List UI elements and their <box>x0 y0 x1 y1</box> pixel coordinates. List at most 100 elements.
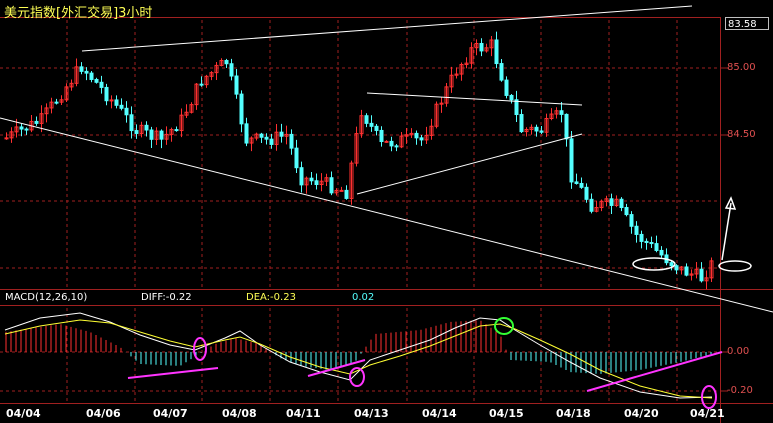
divergence-line <box>127 367 219 379</box>
candle-body <box>294 147 299 169</box>
current-price-box: 83.58 <box>725 17 769 30</box>
candle-body <box>499 63 504 81</box>
candle-body <box>259 133 264 138</box>
date-label: 04/07 <box>153 407 188 420</box>
date-label: 04/15 <box>489 407 524 420</box>
price-tick-85: 85.00 <box>727 62 756 73</box>
candle-body <box>264 136 269 140</box>
macd-tick-neg: -0.20 <box>727 385 753 396</box>
candle-body <box>79 66 84 72</box>
price-tick-8450: 84.50 <box>727 129 756 140</box>
candle-body <box>629 214 634 227</box>
candle-body <box>24 128 29 131</box>
candle-body <box>134 130 139 134</box>
candle-body <box>94 78 99 83</box>
candle-body <box>109 99 114 102</box>
candle-body <box>329 177 334 194</box>
candle-body <box>509 94 514 101</box>
candle-body <box>84 70 89 74</box>
macd-dea: DEA:-0.23 <box>246 292 296 303</box>
candle-body <box>339 189 344 192</box>
candle-body <box>369 122 374 127</box>
candle-body <box>149 129 154 140</box>
macd-name: MACD(12,26,10) <box>5 292 88 303</box>
candle-body <box>479 42 484 52</box>
date-label: 04/11 <box>286 407 321 420</box>
candle-body <box>574 181 579 184</box>
candle-body <box>114 99 119 106</box>
candle-body <box>619 198 624 209</box>
candle-body <box>289 133 294 149</box>
candle-body <box>654 243 659 251</box>
candle-body <box>684 266 689 276</box>
macd-tick-zero: 0.00 <box>727 346 750 357</box>
candle-body <box>419 137 424 141</box>
candle-body <box>99 81 104 88</box>
date-label: 04/18 <box>556 407 591 420</box>
date-label: 04/13 <box>354 407 389 420</box>
candle-body <box>244 123 249 144</box>
date-label: 04/04 <box>6 407 41 420</box>
candle-body <box>559 110 564 115</box>
date-label: 04/14 <box>422 407 457 420</box>
candle-body <box>239 93 244 125</box>
chart-window: 美元指数[外汇交易]3小时 83.58 85.00 84.50 0.00 -0.… <box>0 0 773 423</box>
candle-body <box>199 83 204 86</box>
candle-body <box>584 186 589 200</box>
candle-body <box>34 120 39 124</box>
candle-body <box>4 137 9 140</box>
candle-body <box>104 86 109 102</box>
candle-body <box>394 145 399 148</box>
date-label: 04/20 <box>624 407 659 420</box>
candle-body <box>124 107 129 116</box>
candle-body <box>384 140 389 143</box>
candle-body <box>234 75 239 95</box>
candle-body <box>279 131 284 137</box>
divergence-line <box>586 351 723 392</box>
candle-body <box>649 242 654 245</box>
candle-body <box>569 138 574 183</box>
candle-body <box>314 180 319 186</box>
candle-body <box>229 63 234 77</box>
candle-body <box>504 79 509 96</box>
candle-body <box>379 129 384 143</box>
candle-body <box>534 126 539 132</box>
up-arrow-shaft <box>721 202 732 261</box>
candle-body <box>299 167 304 186</box>
candle-body <box>519 114 524 133</box>
candle-body <box>269 138 274 145</box>
date-label: 04/08 <box>222 407 257 420</box>
date-label: 04/06 <box>86 407 121 420</box>
candle-body <box>589 198 594 212</box>
candle-body <box>19 126 24 130</box>
candle-body <box>639 233 644 242</box>
candle-body <box>634 225 639 235</box>
candle-body <box>54 101 59 104</box>
chart-canvas[interactable] <box>0 0 773 423</box>
candle-body <box>364 115 369 124</box>
macd-diff: DIFF:-0.22 <box>141 292 192 303</box>
highlight-ellipse <box>718 260 752 272</box>
candle-body <box>699 268 704 282</box>
candle-body <box>579 182 584 188</box>
candle-body <box>224 60 229 65</box>
divergence-circle <box>193 337 207 361</box>
candle-body <box>344 189 349 199</box>
candle-body <box>539 130 544 133</box>
candle-body <box>564 113 569 140</box>
candle-body <box>514 99 519 116</box>
candle-body <box>389 140 394 147</box>
candle-body <box>129 114 134 132</box>
candle-body <box>374 125 379 131</box>
candle-body <box>624 207 629 216</box>
candle-body <box>644 240 649 244</box>
candle-body <box>609 198 614 206</box>
candle-body <box>174 129 179 132</box>
candle-body <box>119 104 124 109</box>
candle-body <box>669 262 674 267</box>
candle-body <box>659 249 664 256</box>
date-label: 04/21 <box>690 407 725 420</box>
candle-body <box>494 39 499 65</box>
chart-title: 美元指数[外汇交易]3小时 <box>4 6 153 21</box>
candle-body <box>89 72 94 80</box>
